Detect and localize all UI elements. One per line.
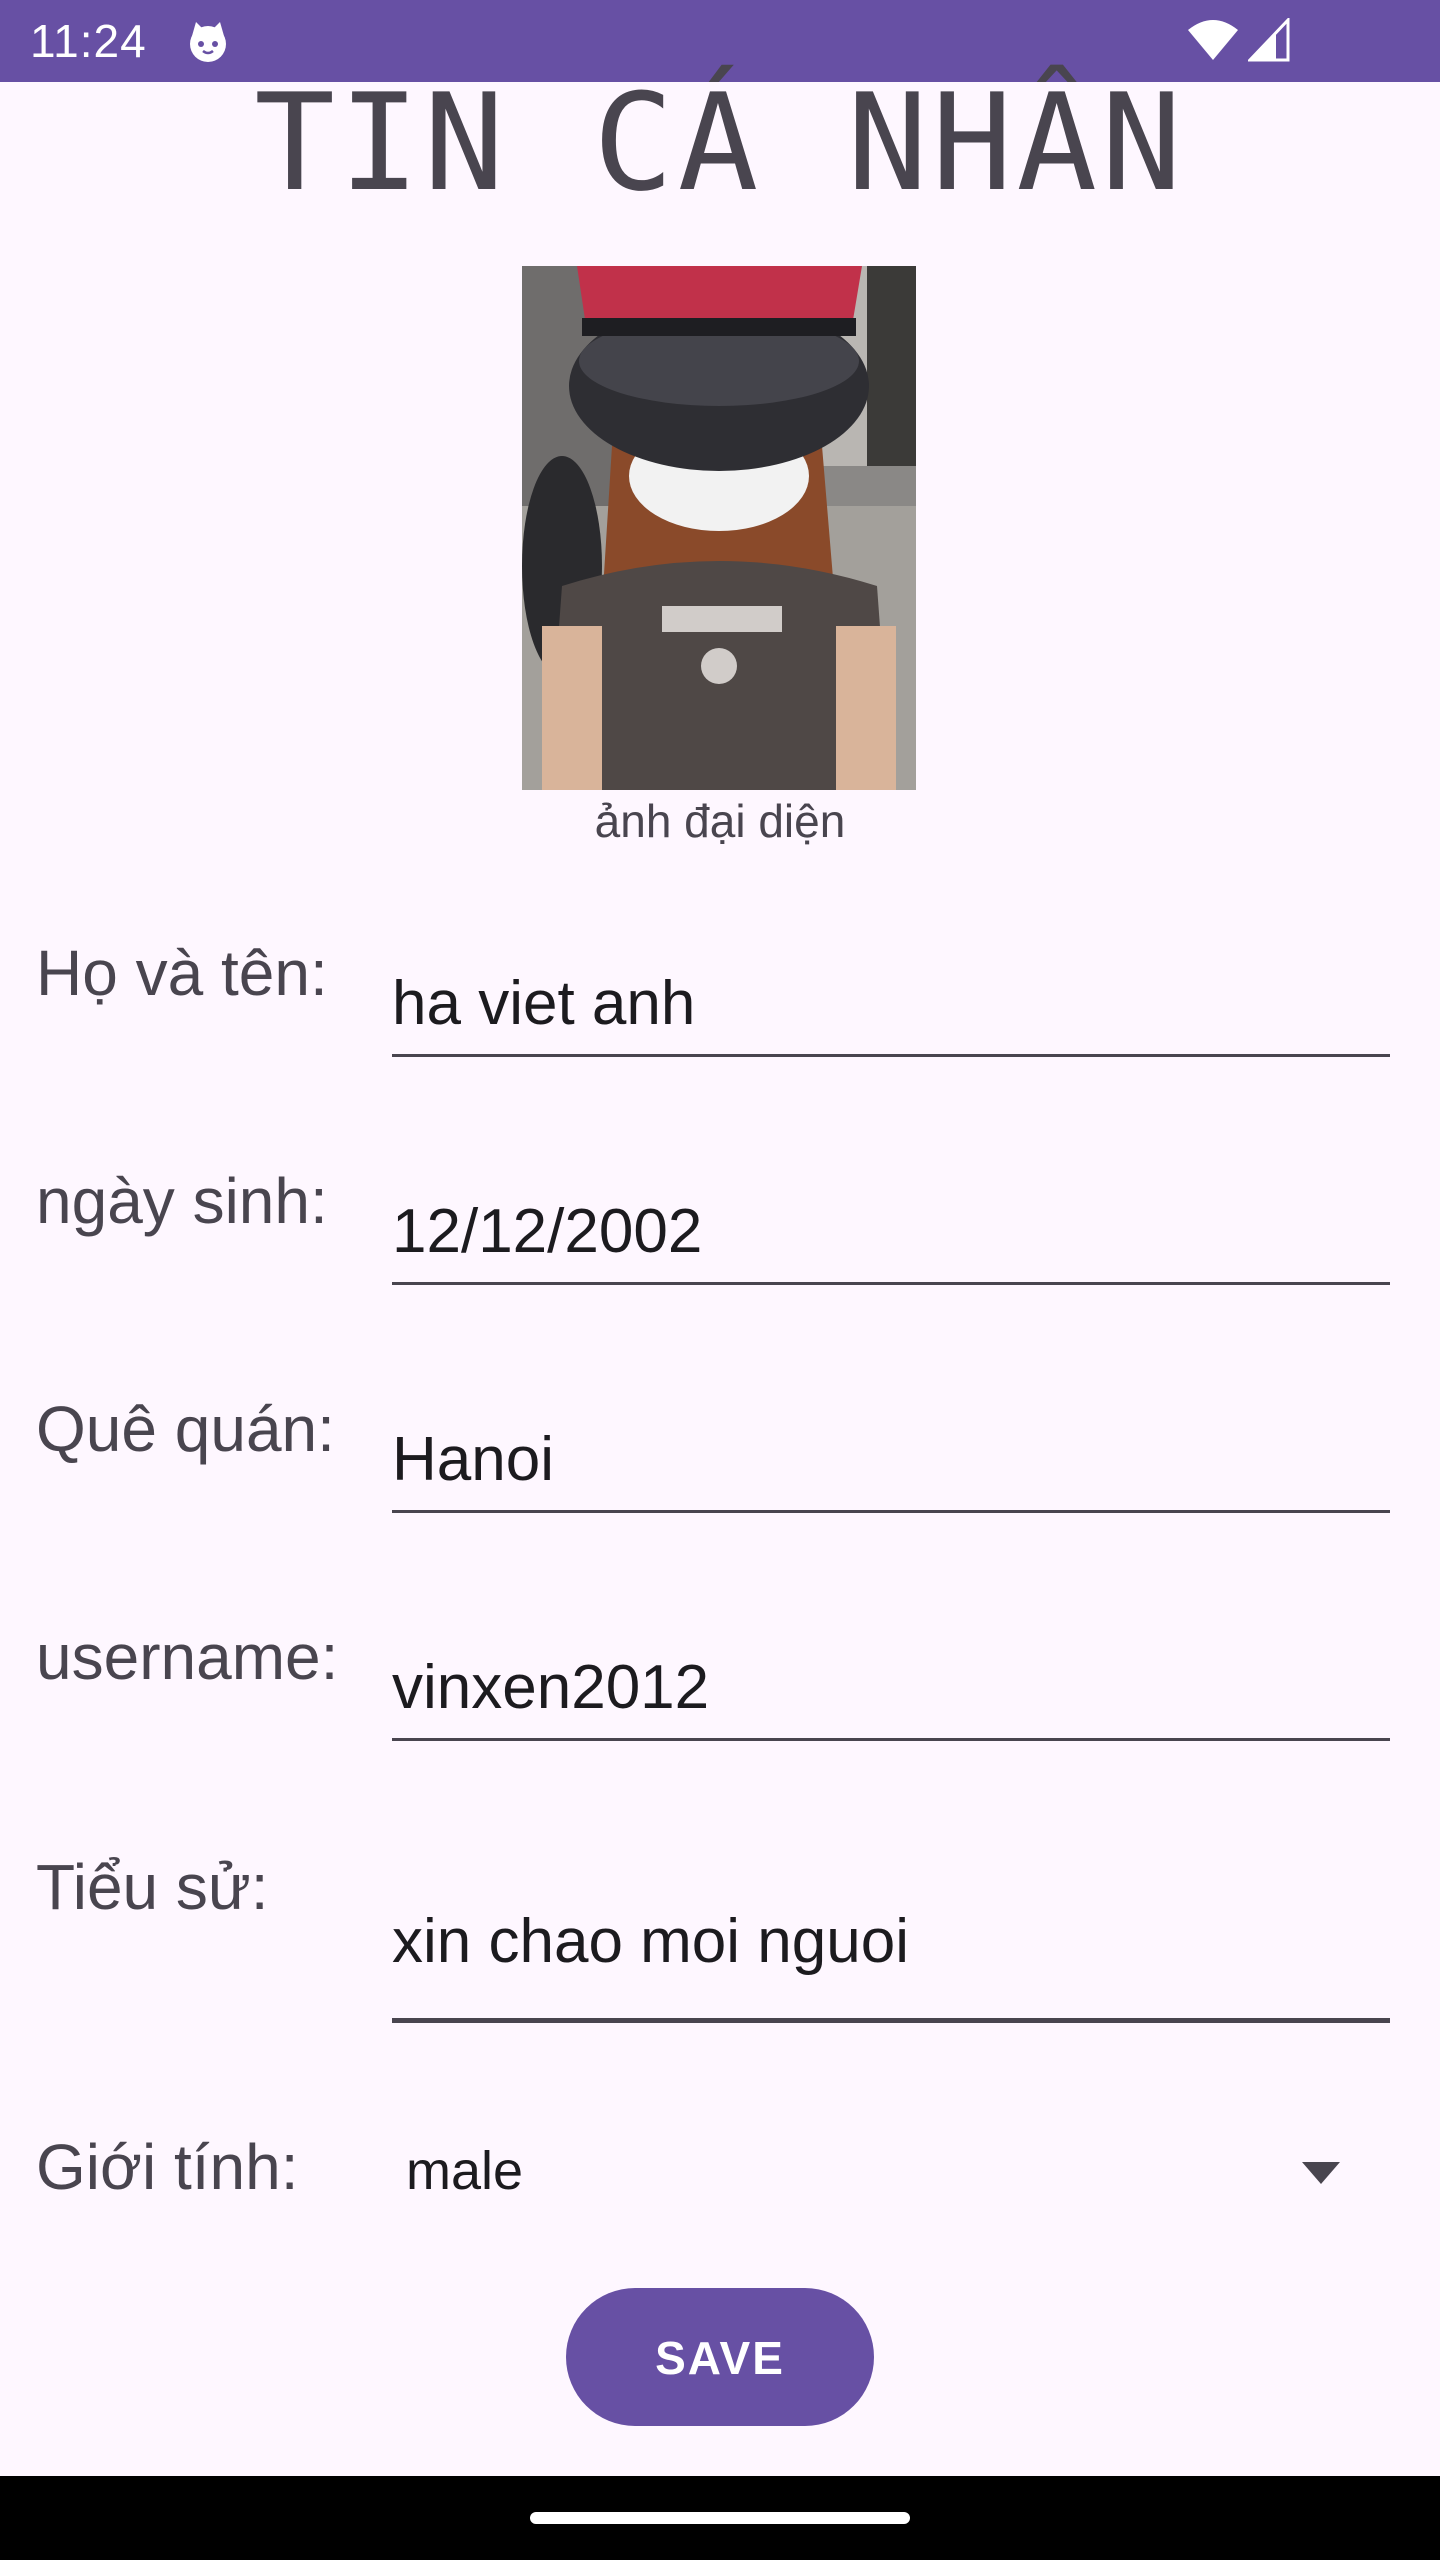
avatar-caption: ảnh đại diện — [594, 795, 846, 847]
navigation-bar — [0, 2476, 1440, 2560]
bio-label: Tiểu sử: — [36, 1851, 269, 1923]
wifi-icon — [1188, 20, 1238, 60]
bio-field[interactable]: xin chao moi nguoi — [392, 1906, 1390, 1977]
dropdown-arrow-icon[interactable] — [1298, 2160, 1344, 2186]
profile-screen: 11:24 TIN CÁ NHÂN ảnh đại diện Họ và tên… — [0, 0, 1440, 2560]
status-time: 11:24 — [30, 15, 147, 67]
cell-signal-icon — [1248, 18, 1290, 62]
fullname-underline — [392, 1054, 1390, 1057]
page-title: TIN CÁ NHÂN — [254, 65, 1186, 221]
fullname-label: Họ và tên: — [36, 937, 328, 1009]
gender-label: Giới tính: — [36, 2131, 299, 2203]
birthdate-underline — [392, 1282, 1390, 1285]
username-label: username: — [36, 1621, 339, 1693]
avatar-illustration — [522, 266, 916, 790]
home-gesture-handle[interactable] — [530, 2512, 910, 2524]
birthdate-label: ngày sinh: — [36, 1165, 328, 1237]
cat-face-icon — [190, 22, 226, 62]
birthdate-field[interactable]: 12/12/2002 — [392, 1196, 1390, 1267]
save-button[interactable]: SAVE — [566, 2288, 874, 2426]
hometown-label: Quê quán: — [36, 1393, 335, 1465]
avatar-photo[interactable] — [522, 266, 916, 790]
gender-select[interactable]: male — [406, 2140, 523, 2202]
username-underline — [392, 1738, 1390, 1741]
hometown-underline — [392, 1510, 1390, 1513]
hometown-field[interactable]: Hanoi — [392, 1424, 1390, 1495]
fullname-field[interactable]: ha viet anh — [392, 968, 1390, 1039]
bio-underline — [392, 2018, 1390, 2023]
username-field[interactable]: vinxen2012 — [392, 1652, 1390, 1723]
